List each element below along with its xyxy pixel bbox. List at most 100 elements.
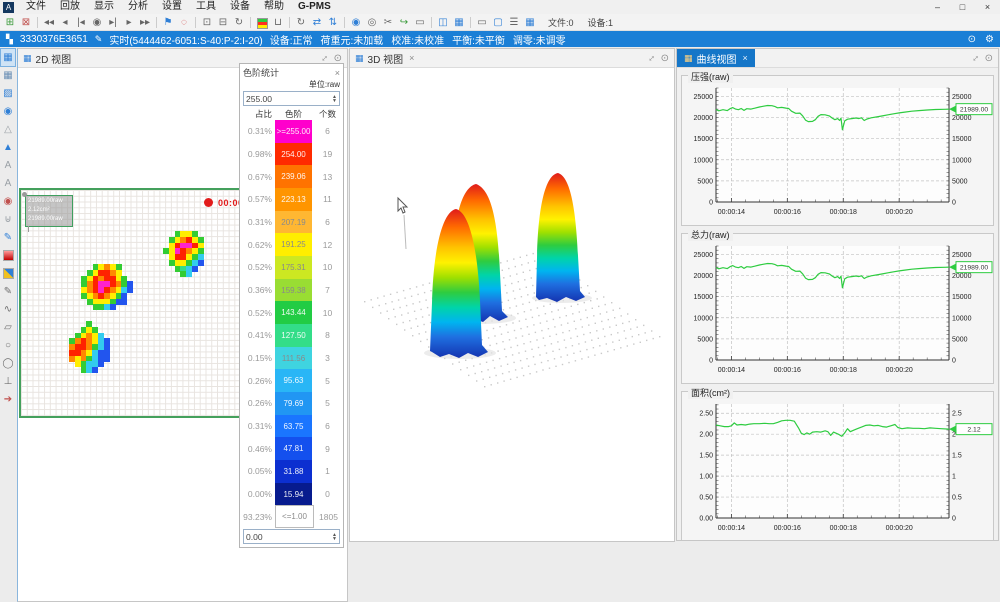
export-icon[interactable]: ↪: [396, 15, 412, 30]
menu-1[interactable]: 回放: [53, 0, 87, 14]
target-outline-icon[interactable]: ◎: [364, 15, 380, 30]
menu-3[interactable]: 分析: [121, 0, 155, 14]
ellipse-tool-icon[interactable]: ◯: [1, 355, 15, 372]
toolbar-separator: [250, 17, 251, 28]
play-icon[interactable]: ▸: [121, 15, 137, 30]
target-2d-icon[interactable]: ◉: [1, 103, 15, 120]
polyline-icon[interactable]: ∿: [1, 301, 15, 318]
tab-close-icon[interactable]: ×: [409, 53, 414, 63]
row-percent: 0.26%: [243, 392, 272, 415]
svg-text:0.5: 0.5: [952, 495, 962, 502]
add-icon[interactable]: ⊞: [2, 15, 18, 30]
first-frame-icon[interactable]: |◂: [73, 15, 89, 30]
record-target-icon[interactable]: ◉: [1, 193, 15, 210]
area-chart[interactable]: 00:00:1400:00:1600:00:1800:00:200.0000.5…: [684, 398, 995, 536]
panel-settings-icon[interactable]: ⊙: [985, 53, 993, 64]
pin-icon[interactable]: ⚑: [160, 15, 176, 30]
swap-horizontal-icon[interactable]: ⇄: [309, 15, 325, 30]
svg-text:0: 0: [952, 516, 956, 523]
layout-icon[interactable]: ▦: [1, 49, 15, 66]
stamp-icon[interactable]: ⊎: [1, 211, 15, 228]
loop-icon[interactable]: ◌: [176, 15, 192, 30]
svg-text:2.5: 2.5: [952, 411, 962, 418]
measurement-tooltip[interactable]: 21989.00raw 2.12cm² 21989.00raw: [25, 195, 73, 227]
stats-close-icon[interactable]: ×: [335, 68, 340, 78]
circle-tool-icon[interactable]: ○: [1, 337, 15, 354]
video-off-icon[interactable]: ⊟: [215, 15, 231, 30]
layout-split-icon[interactable]: ◫: [435, 15, 451, 30]
menu-0[interactable]: 文件: [19, 0, 53, 14]
palette-icon[interactable]: [1, 265, 15, 282]
step-back-icon[interactable]: ◂: [57, 15, 73, 30]
tab-3d-label[interactable]: 3D 视图: [368, 51, 404, 66]
tooltip-handle[interactable]: [22, 192, 27, 197]
force-chart[interactable]: 00:00:1400:00:1600:00:1800:00:2000500050…: [684, 240, 995, 378]
avg-left-icon[interactable]: A: [1, 157, 15, 174]
edit-icon[interactable]: ✎: [95, 34, 103, 45]
region-icon[interactable]: ▭: [412, 15, 428, 30]
menu-2[interactable]: 显示: [87, 0, 121, 14]
expand-icon[interactable]: ↕: [645, 52, 656, 63]
surface-3d-plot[interactable]: [350, 68, 672, 540]
colorbar-icon[interactable]: [254, 15, 270, 30]
menu-6[interactable]: 设备: [223, 0, 257, 14]
menu-5[interactable]: 工具: [189, 0, 223, 14]
svg-text:00:00:14: 00:00:14: [718, 367, 745, 374]
layout-grid-icon[interactable]: ▦: [451, 15, 467, 30]
tab-curves[interactable]: ▦ 曲线视图 ×: [677, 49, 755, 67]
rewind-icon[interactable]: ◂◂: [41, 15, 57, 30]
fast-forward-icon[interactable]: ▸▸: [137, 15, 153, 30]
frame-icon[interactable]: ▭: [474, 15, 490, 30]
avg-box-icon[interactable]: A: [1, 175, 15, 192]
tooltip-area: 2.12cm²: [28, 206, 70, 215]
maximize-button[interactable]: □: [950, 0, 975, 14]
pressure-grid-2d[interactable]: 21989.00raw 2.12cm² 21989.00raw 00:00:02: [19, 188, 246, 418]
video-refresh-icon[interactable]: ↻: [231, 15, 247, 30]
cut-icon[interactable]: ✂: [380, 15, 396, 30]
close-button[interactable]: ×: [975, 0, 1000, 14]
minimize-button[interactable]: –: [925, 0, 950, 14]
bucket-icon[interactable]: ⊔: [270, 15, 286, 30]
tab-2d-label[interactable]: 2D 视图: [36, 51, 72, 66]
max-level-spinbox[interactable]: 255.00 ▲▼: [243, 91, 340, 106]
ruler-icon[interactable]: ⊥: [1, 373, 15, 390]
pressure-chart[interactable]: 00:00:1400:00:1600:00:1800:00:2000500050…: [684, 82, 995, 220]
panel-icon: ▚: [6, 34, 13, 45]
rotate-icon[interactable]: ↻: [293, 15, 309, 30]
menu-7[interactable]: 帮助: [257, 0, 291, 14]
menu-4[interactable]: 设置: [155, 0, 189, 14]
panel-3d-body[interactable]: [350, 68, 674, 541]
expand-icon[interactable]: ↕: [318, 52, 329, 63]
grid-2d-icon[interactable]: ▦: [1, 67, 15, 84]
info-icon[interactable]: ⊙: [968, 34, 976, 45]
tab-close-icon[interactable]: ×: [743, 53, 748, 63]
exit-icon[interactable]: ➔: [1, 391, 15, 408]
expand-icon[interactable]: ↕: [969, 52, 980, 63]
remove-icon[interactable]: ⊠: [18, 15, 34, 30]
last-frame-icon[interactable]: ▸|: [105, 15, 121, 30]
grid-view-icon[interactable]: ▦: [522, 15, 538, 30]
pencil-icon[interactable]: ✎: [1, 283, 15, 300]
pressure-cell: [104, 356, 110, 362]
video-icon[interactable]: ⊡: [199, 15, 215, 30]
min-level-spinbox[interactable]: 0.00 ▲▼: [243, 529, 340, 544]
pen-blue-icon[interactable]: ✎: [1, 229, 15, 246]
spinner-arrows-icon[interactable]: ▲▼: [332, 533, 337, 541]
row-count: 1805: [317, 505, 340, 528]
peak-flat-icon[interactable]: △: [1, 121, 15, 138]
swap-vertical-icon[interactable]: ⇅: [325, 15, 341, 30]
stop-record-icon[interactable]: ◉: [89, 15, 105, 30]
panel-settings-icon[interactable]: ⊙: [661, 53, 669, 64]
peak-3d-icon[interactable]: ▲: [1, 139, 15, 156]
settings-icon[interactable]: ⚙: [985, 34, 994, 45]
polygon-icon[interactable]: ▱: [1, 319, 15, 336]
list-icon[interactable]: ☰: [506, 15, 522, 30]
panel-settings-icon[interactable]: ⊙: [334, 53, 342, 64]
surface-3d-icon[interactable]: ▨: [1, 85, 15, 102]
menu-8[interactable]: G-PMS: [291, 0, 338, 14]
spinner-arrows-icon[interactable]: ▲▼: [332, 95, 337, 103]
monitor-icon[interactable]: ▢: [490, 15, 506, 30]
target-icon[interactable]: ◉: [348, 15, 364, 30]
row-percent: 0.26%: [243, 369, 272, 392]
gradient-icon[interactable]: [1, 247, 15, 264]
